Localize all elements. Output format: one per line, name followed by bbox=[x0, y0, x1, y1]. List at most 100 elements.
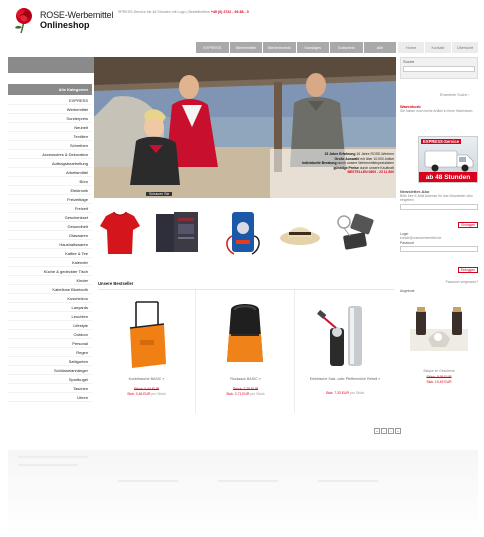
search-input[interactable] bbox=[403, 66, 475, 72]
sidebar-category-item[interactable]: Personal bbox=[8, 339, 92, 348]
delivery-van-icon bbox=[424, 150, 474, 172]
sidebar-category-item[interactable]: Sportkugel bbox=[8, 375, 92, 384]
sidebar-category-item[interactable]: Lanyards bbox=[8, 303, 92, 312]
password-label: Passwort bbox=[400, 240, 414, 245]
newsletter-submit-button[interactable]: Eintragen bbox=[458, 222, 478, 228]
hero-line2-strong: Große Auswahl bbox=[334, 156, 360, 161]
sidebar-category-item[interactable]: Kalender bbox=[8, 258, 92, 267]
offers-heading: Angebote bbox=[400, 289, 415, 293]
login-button[interactable]: Einloggen bbox=[457, 267, 478, 273]
drawstring-bag-image[interactable] bbox=[124, 298, 170, 370]
bestseller-name[interactable]: Elektrische Salz- oder Pfeffermühle Rebe… bbox=[296, 377, 394, 382]
product-passport-holder-image[interactable] bbox=[152, 206, 204, 260]
sidebar-category-item[interactable]: Uhren bbox=[8, 393, 92, 402]
brand-name[interactable]: ROSE-Werbemittel bbox=[40, 10, 113, 20]
bestseller-item[interactable]: Rucksack BASIC » Stück: 2,28 EUR Stck: 2… bbox=[197, 290, 295, 413]
pagination: « ‹ › » bbox=[374, 428, 401, 434]
hero-text: 15 Jahre Erfahrung 16 Jahre ROSE-Werbem … bbox=[272, 152, 394, 175]
sidebar-category-item[interactable]: Sonderpreis bbox=[8, 114, 92, 123]
advanced-search-link[interactable]: Erweiterte Suche › bbox=[440, 93, 470, 97]
sidebar-category-item[interactable]: Freizeit bbox=[8, 204, 92, 213]
hero-line3: durch unsere Werbemittelspezialisten bbox=[337, 161, 394, 166]
bestseller-name[interactable]: Kordeltasche BASIC » bbox=[98, 377, 195, 382]
service-home-link[interactable]: Home bbox=[398, 42, 424, 53]
sidebar-category-item[interactable]: Schreiben bbox=[8, 141, 92, 150]
sidebar-category-item[interactable]: Lifestyle bbox=[8, 321, 92, 330]
sidebar-category-item[interactable]: Haushaltswaren bbox=[8, 240, 92, 249]
express-hours: ab 48 Stunden bbox=[419, 172, 477, 182]
sidebar-category-item[interactable]: Küche & gedeckter Tisch bbox=[8, 267, 92, 276]
sidebar-category-item[interactable]: Leuchten bbox=[8, 312, 92, 321]
nav-tab-alle[interactable]: Alle bbox=[363, 42, 396, 53]
express-label: EXPRESS-Service bbox=[421, 139, 462, 144]
offer-name[interactable]: Bisque im Geschenk bbox=[400, 369, 478, 373]
sidebar-category-item[interactable]: EXPRESS bbox=[8, 96, 92, 105]
service-contact-link[interactable]: Kontakt bbox=[425, 42, 451, 53]
nav-tab-express[interactable]: EXPRESS bbox=[196, 42, 229, 53]
product-keychain-image[interactable] bbox=[330, 206, 380, 260]
hotline-number[interactable]: +49 (0) 2722 - 93 88 - 0 bbox=[211, 10, 249, 14]
offers-box: Angebote Bisque im Geschenk Stück: 9,95 … bbox=[400, 289, 478, 403]
sidebar-category-item[interactable]: Kabellose Bluetooth bbox=[8, 285, 92, 294]
product-jumpstarter-image[interactable] bbox=[222, 206, 266, 260]
brand-subtitle[interactable]: Onlineshop bbox=[40, 20, 90, 30]
sidebar-category-item[interactable]: Werbemittel bbox=[8, 105, 92, 114]
cart-empty-text: Sie haben noch keine Artikel in Ihren Wa… bbox=[400, 109, 474, 113]
bestseller-item[interactable]: Kordeltasche BASIC » Stück: 0,44 EUR Stc… bbox=[98, 290, 196, 413]
login-box: Login kunde@rosewerbemittel.de Passwort … bbox=[400, 232, 478, 276]
backpack-image[interactable] bbox=[217, 300, 273, 370]
nav-tab-werbemittel[interactable]: Werbemittel bbox=[229, 42, 262, 53]
pager-last-button[interactable]: » bbox=[395, 428, 401, 434]
sidebar-category-item[interactable]: Kinder bbox=[8, 276, 92, 285]
sidebar-category-item[interactable]: Schlüsselanhänger bbox=[8, 366, 92, 375]
sidebar-category-item[interactable]: Arbeitsmittel bbox=[8, 168, 92, 177]
category-list: EXPRESS Werbemittel Sonderpreis Neuheit Text… bbox=[8, 96, 92, 402]
bestseller-item[interactable]: Elektrische Salz- oder Pfeffermühle Rebe… bbox=[296, 290, 394, 413]
sidebar-category-item[interactable]: Sattigurten bbox=[8, 357, 92, 366]
sidebar-category-item[interactable]: Büro bbox=[8, 177, 92, 186]
forgot-password-link[interactable]: Passwort vergessen? bbox=[400, 280, 478, 284]
page-reflection bbox=[8, 450, 478, 537]
sidebar-category-item[interactable]: Glaswaren bbox=[8, 231, 92, 240]
rose-logo-icon[interactable] bbox=[10, 6, 38, 34]
salt-pepper-mill-image[interactable] bbox=[316, 298, 374, 372]
password-input[interactable] bbox=[400, 246, 478, 253]
nav-tab-gutschein[interactable]: Gutschein bbox=[330, 42, 363, 53]
gift-set-image[interactable] bbox=[406, 299, 472, 357]
hero-link[interactable]: Schauen Sie bbox=[146, 192, 173, 196]
sidebar-category-item[interactable]: Geschenkset bbox=[8, 213, 92, 222]
hero-phone[interactable]: BESTELLEN 0800 - 23 11 800 bbox=[272, 170, 394, 175]
hero-banner[interactable] bbox=[94, 57, 396, 198]
pager-prev-button[interactable]: ‹ bbox=[381, 428, 387, 434]
sidebar-category-item[interactable]: Auftragsbearbeitung bbox=[8, 159, 92, 168]
hero-line4-strong: günstige Preise bbox=[333, 165, 359, 170]
service-overview-link[interactable]: Übersicht bbox=[452, 42, 478, 53]
nav-tab-werbetechnik[interactable]: Werbetechnik bbox=[263, 42, 296, 53]
service-nav: Home Kontakt Übersicht bbox=[398, 42, 478, 53]
newsletter-email-input[interactable] bbox=[400, 203, 478, 210]
express-service-banner[interactable]: EXPRESS-Service ab 48 Stunden bbox=[418, 136, 478, 183]
pager-first-button[interactable]: « bbox=[374, 428, 380, 434]
hero-line3-strong: Individuelle Beratung bbox=[302, 161, 337, 166]
bestseller-name[interactable]: Rucksack BASIC » bbox=[197, 377, 294, 382]
pager-next-button[interactable]: › bbox=[388, 428, 394, 434]
sidebar-category-item[interactable]: Gesundheit bbox=[8, 222, 92, 231]
sidebar-category-item[interactable]: Freizeittage bbox=[8, 195, 92, 204]
sidebar-category-item[interactable]: Elektronik bbox=[8, 186, 92, 195]
product-tshirt-image[interactable] bbox=[98, 206, 142, 260]
bestseller-price: Stck: 7,33 EUR pro Stück bbox=[296, 391, 394, 396]
sidebar-category-item[interactable]: Accessoires & Dekoration bbox=[8, 150, 92, 159]
sidebar-category-item[interactable]: Kaffee & Tee bbox=[8, 249, 92, 258]
sidebar-category-item[interactable]: Regen bbox=[8, 348, 92, 357]
bestseller-current-price: Stck: 0,46 EUR bbox=[127, 391, 151, 396]
top-info-text: SPRESS-Service bis 48 Stunden mit Logo |… bbox=[118, 10, 210, 14]
nav-tab-sonstiges[interactable]: Sonstiges bbox=[296, 42, 329, 53]
bestseller-current-price: Stck: 2,71 EUR bbox=[226, 391, 250, 396]
sidebar-category-item[interactable]: Taschen bbox=[8, 384, 92, 393]
main-nav: EXPRESS Werbemittel Werbetechnik Sonstig… bbox=[196, 42, 396, 53]
product-sun-hat-image[interactable] bbox=[278, 206, 322, 260]
sidebar-category-item[interactable]: Neuheit bbox=[8, 123, 92, 132]
sidebar-category-item[interactable]: Outdoor bbox=[8, 330, 92, 339]
sidebar-category-item[interactable]: Textilien bbox=[8, 132, 92, 141]
sidebar-category-item[interactable]: Kuschelzoo bbox=[8, 294, 92, 303]
